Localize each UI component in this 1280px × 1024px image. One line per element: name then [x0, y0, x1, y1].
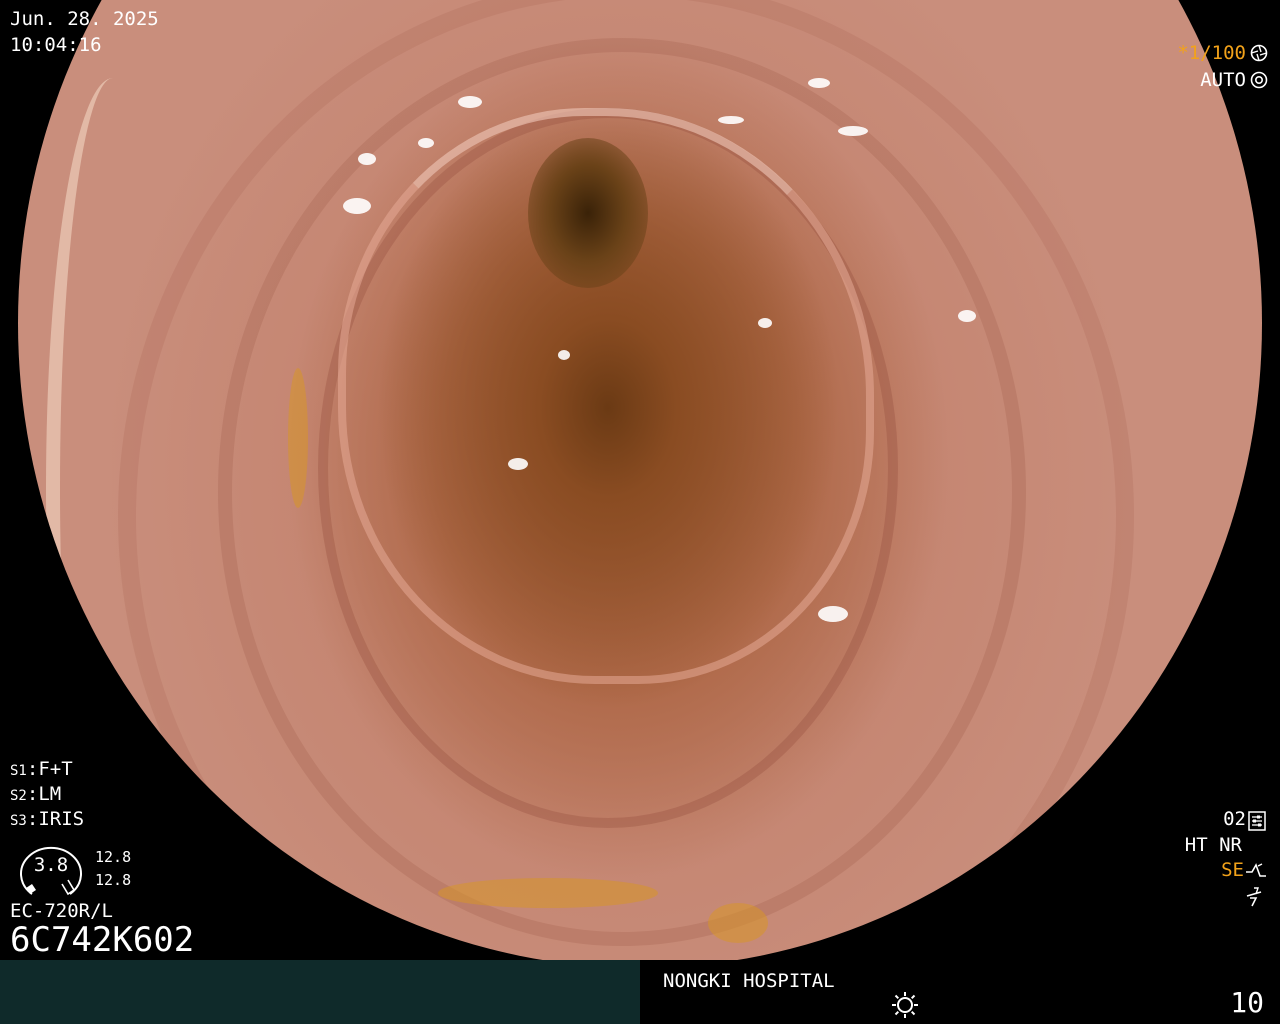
ht-nr-label: HT NR — [1184, 834, 1242, 856]
flash-off-icon — [1246, 887, 1262, 907]
residue-patch — [178, 808, 218, 868]
time-label: 10:04:16 — [10, 34, 102, 56]
lumen-rim — [338, 108, 874, 684]
light-reflection — [758, 318, 772, 328]
residue-patch — [708, 903, 768, 943]
zoom-max-b: 12.8 — [95, 871, 132, 889]
mucosal-fold — [318, 108, 898, 828]
residue-patch — [288, 368, 308, 508]
bottom-left-panel — [0, 960, 640, 1024]
lumen-center — [528, 138, 648, 288]
light-reflection — [718, 116, 744, 124]
structure-enhance-icon — [1246, 863, 1266, 877]
switch-key: S1 — [10, 763, 27, 779]
light-reflection — [558, 350, 570, 360]
light-reflection — [808, 78, 830, 88]
shutter-value: 1/100 — [1188, 42, 1246, 64]
switch-value: IRIS — [38, 808, 85, 830]
date-label: Jun. 28. 2025 — [10, 8, 159, 30]
hospital-name: NONGKI HOSPITAL — [663, 970, 835, 992]
mode-settings-icon — [1248, 811, 1266, 831]
scope-model: EC-720R/L — [10, 900, 113, 922]
light-reflection — [458, 96, 482, 108]
mucosal-fold — [118, 0, 1134, 968]
mucosal-fold — [218, 38, 1026, 946]
endoscopic-image — [18, 0, 1262, 968]
residue-patch — [438, 878, 658, 908]
light-source-icon — [892, 992, 918, 1018]
switch-key: S3 — [10, 813, 27, 829]
switch-s1: S1:F+T — [10, 758, 73, 780]
switch-value: LM — [38, 783, 62, 805]
zoom-value: 3.8 — [33, 854, 69, 876]
zoom-max-a: 12.8 — [95, 848, 132, 866]
switch-s3: S3:IRIS — [10, 808, 85, 830]
light-reflection — [958, 310, 976, 322]
light-reflection — [343, 198, 371, 214]
se-label: SE — [1221, 859, 1244, 881]
light-reflection — [818, 606, 848, 622]
switch-s2: S2:LM — [10, 783, 62, 805]
light-reflection — [508, 458, 528, 470]
switch-key: S2 — [10, 788, 27, 804]
light-reflection — [418, 138, 434, 148]
shutter-prefix: * — [1177, 42, 1189, 64]
light-reflection — [358, 153, 376, 165]
aperture-icon — [1250, 71, 1268, 89]
shutter-icon — [1250, 44, 1268, 62]
residue-patch — [1178, 698, 1208, 738]
shutter-speed: *1/100 — [1177, 42, 1246, 64]
mode-number: 02 — [1223, 808, 1246, 830]
exposure-mode: AUTO — [1200, 69, 1246, 91]
light-reflection — [66, 598, 78, 612]
image-count: 10 — [1230, 986, 1264, 1019]
switch-value: F+T — [38, 758, 73, 780]
endoscopy-screen: Jun. 28. 2025 10:04:16 *1/100 AUTO S1:F+… — [0, 0, 1280, 1024]
scope-serial: 6C742K602 — [10, 920, 195, 960]
light-reflection — [838, 126, 868, 136]
